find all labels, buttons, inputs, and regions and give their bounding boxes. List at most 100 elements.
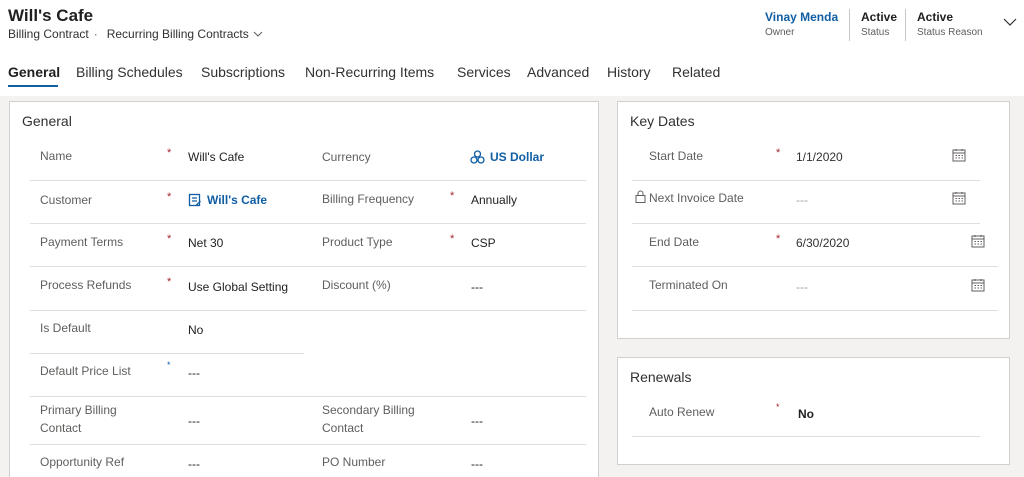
status-value: Active — [861, 10, 898, 24]
row-divider — [30, 310, 586, 311]
process-refunds-label: Process Refunds — [40, 278, 132, 292]
terminated-on-label: Terminated On — [649, 278, 728, 292]
required-indicator: * — [776, 233, 781, 245]
view-selector[interactable]: Recurring Billing Contracts — [107, 27, 263, 41]
record-title: Will's Cafe — [8, 6, 94, 25]
po-number-label: PO Number — [322, 455, 386, 469]
customer-value: Will's Cafe — [207, 193, 268, 207]
owner-label: Owner — [765, 27, 795, 38]
row-divider — [632, 436, 980, 437]
owner-value[interactable]: Vinay Menda — [765, 10, 838, 24]
required-indicator: * — [776, 147, 781, 159]
name-label: Name — [40, 149, 73, 163]
row-divider — [30, 353, 304, 354]
product-type-label: Product Type — [322, 235, 393, 249]
row-divider — [30, 180, 586, 181]
payment-terms-label: Payment Terms — [40, 235, 124, 249]
primary-billing-contact-label-line1: Primary Billing — [40, 403, 117, 417]
customer-lookup[interactable]: Will's Cafe — [188, 193, 267, 207]
tab-billing-schedules[interactable]: Billing Schedules — [76, 64, 183, 80]
row-divider — [632, 180, 980, 181]
required-indicator: * — [776, 402, 780, 412]
end-date-label: End Date — [649, 235, 700, 249]
required-indicator: * — [450, 233, 455, 245]
secondary-billing-contact-label-line1: Secondary Billing — [322, 403, 415, 417]
active-tab-indicator — [8, 85, 58, 87]
next-invoice-date-label: Next Invoice Date — [649, 191, 744, 205]
row-divider — [632, 223, 980, 224]
tab-general[interactable]: General — [8, 64, 60, 80]
key-dates-section: Key Dates Start Date * 1/1/2020 Next Inv… — [617, 101, 1010, 339]
default-price-list-value[interactable]: --- — [188, 366, 200, 380]
opportunity-ref-label: Opportunity Ref — [40, 455, 125, 469]
name-value[interactable]: Will's Cafe — [188, 150, 244, 164]
header-divider — [849, 9, 850, 41]
process-refunds-value[interactable]: Use Global Setting — [188, 280, 288, 294]
discount-label: Discount (%) — [322, 278, 391, 292]
calendar-icon[interactable] — [971, 234, 985, 248]
owner-field[interactable]: Vinay Menda Owner — [765, 10, 838, 38]
primary-billing-contact-label: Primary Billing Contact — [40, 401, 117, 437]
required-indicator: * — [167, 276, 172, 288]
tab-related[interactable]: Related — [672, 64, 720, 80]
renewals-section-title: Renewals — [630, 369, 692, 385]
calendar-icon[interactable] — [952, 148, 966, 162]
record-subtitle: Billing Contract · Recurring Billing Con… — [8, 27, 263, 41]
is-default-label: Is Default — [40, 321, 91, 335]
terminated-on-value[interactable]: --- — [796, 280, 808, 294]
secondary-billing-contact-label: Secondary Billing Contact — [322, 401, 415, 437]
end-date-value[interactable]: 6/30/2020 — [796, 236, 849, 250]
discount-value[interactable]: --- — [471, 280, 483, 294]
currency-value: US Dollar — [490, 150, 545, 164]
renewals-section: Renewals Auto Renew * No — [617, 357, 1010, 465]
row-divider — [632, 266, 998, 267]
secondary-billing-contact-value[interactable]: --- — [471, 414, 483, 428]
currency-lookup[interactable]: US Dollar — [470, 150, 544, 164]
is-default-value[interactable]: No — [188, 323, 203, 337]
required-indicator: * — [450, 190, 455, 202]
tab-advanced[interactable]: Advanced — [527, 64, 589, 80]
required-indicator: * — [167, 191, 172, 203]
po-number-value[interactable]: --- — [471, 457, 483, 471]
status-reason-label: Status Reason — [917, 27, 983, 38]
status-label: Status — [861, 27, 890, 38]
start-date-label: Start Date — [649, 149, 704, 163]
general-section: General Name * Will's Cafe Currency US D… — [9, 101, 599, 477]
account-entity-icon — [188, 193, 201, 207]
lock-icon — [635, 190, 646, 203]
header-divider — [905, 9, 906, 41]
next-invoice-date-value: --- — [796, 193, 808, 207]
auto-renew-label: Auto Renew — [649, 405, 715, 419]
billing-frequency-value[interactable]: Annually — [471, 193, 517, 207]
status-reason-field: Active Status Reason — [917, 10, 983, 38]
entity-name: Billing Contract — [8, 27, 89, 41]
general-section-title: General — [22, 113, 72, 129]
subtitle-separator: · — [93, 27, 98, 41]
customer-label: Customer — [40, 193, 93, 207]
currency-entity-icon — [470, 150, 485, 164]
row-divider — [30, 444, 586, 445]
required-indicator: * — [167, 147, 172, 159]
tab-services[interactable]: Services — [457, 64, 511, 80]
secondary-billing-contact-label-line2: Contact — [322, 421, 364, 435]
product-type-value[interactable]: CSP — [471, 236, 496, 250]
primary-billing-contact-value[interactable]: --- — [188, 414, 200, 428]
tab-bar: General Billing Schedules Subscriptions … — [0, 62, 1024, 96]
start-date-value[interactable]: 1/1/2020 — [796, 150, 843, 164]
tab-non-recurring-items[interactable]: Non-Recurring Items — [305, 64, 434, 80]
primary-billing-contact-label-line2: Contact — [40, 421, 82, 435]
default-price-list-label: Default Price List — [40, 364, 131, 378]
tab-subscriptions[interactable]: Subscriptions — [201, 64, 285, 80]
required-indicator: * — [167, 233, 172, 245]
expand-header-chevron-icon[interactable] — [1002, 14, 1018, 30]
tab-history[interactable]: History — [607, 64, 651, 80]
auto-renew-value[interactable]: No — [798, 407, 814, 421]
view-selector-label: Recurring Billing Contracts — [106, 27, 249, 41]
recommended-indicator: * — [167, 360, 171, 370]
payment-terms-value[interactable]: Net 30 — [188, 236, 223, 250]
calendar-icon[interactable] — [971, 278, 985, 292]
key-dates-section-title: Key Dates — [630, 113, 695, 129]
billing-frequency-label: Billing Frequency — [322, 192, 415, 206]
opportunity-ref-value[interactable]: --- — [188, 457, 200, 471]
calendar-icon — [952, 192, 966, 205]
